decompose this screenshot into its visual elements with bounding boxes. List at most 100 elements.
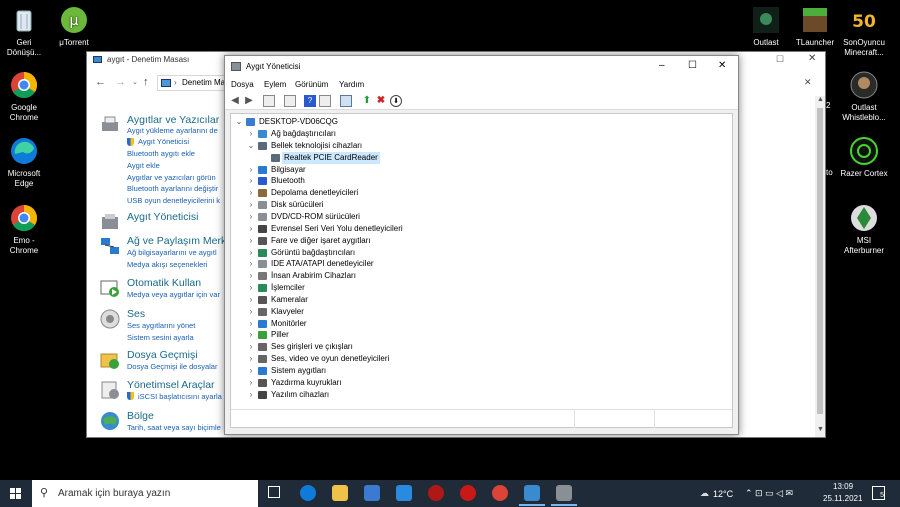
help-icon[interactable]: ? — [304, 95, 316, 107]
chevron-right-icon[interactable]: › — [247, 318, 255, 330]
category-title[interactable]: Otomatik Kullan — [127, 277, 201, 289]
category-link[interactable]: Tarih, saat veya sayı biçimle — [127, 423, 221, 432]
tree-category-item[interactable]: › Ses, video ve oyun denetleyicileri — [247, 353, 567, 365]
chevron-down-icon[interactable]: ⌄ — [247, 140, 255, 152]
back-arrow-icon[interactable]: ← — [95, 76, 106, 88]
close-icon[interactable]: ✕ — [718, 60, 726, 71]
tree-category-item[interactable]: › DVD/CD-ROM sürücüleri — [247, 211, 567, 223]
tree-category-item[interactable]: › Yazılım cihazları — [247, 389, 567, 401]
chevron-right-icon[interactable]: › — [247, 282, 255, 294]
forward-arrow-icon[interactable]: → — [115, 76, 126, 88]
device-tree[interactable]: ⌄ DESKTOP-VD06CQG › Ağ bağdaştırıcıları ⌄ B… — [230, 113, 733, 428]
store-icon[interactable] — [364, 485, 380, 501]
tray-icons[interactable]: ⌃ ⊡ ▭ ◁ ✉ — [745, 488, 793, 499]
category-link[interactable]: Aygıtlar ve yazıcıları görün — [127, 173, 216, 182]
chevron-down-icon[interactable]: ⌄ — [235, 116, 243, 128]
clock-date[interactable]: 25.11.2021 — [823, 494, 862, 503]
category-title[interactable]: Bölge — [127, 410, 154, 422]
tree-category-item[interactable]: › Bluetooth — [247, 175, 567, 187]
breadcrumb-item[interactable]: Denetim Ma — [182, 76, 225, 90]
desktop-icon-google-chrome[interactable]: Google Chrome — [0, 70, 59, 123]
weather-temperature[interactable]: 12°C — [713, 489, 733, 499]
category-link[interactable]: Aygıt Yöneticisi — [138, 137, 189, 146]
back-arrow-icon[interactable]: ◀ — [229, 95, 241, 107]
tree-root[interactable]: ⌄ DESKTOP-VD06CQG — [235, 116, 435, 128]
chevron-right-icon[interactable]: › — [247, 377, 255, 389]
category-title[interactable]: Dosya Geçmişi — [127, 349, 198, 361]
red-slash-app-icon[interactable] — [460, 485, 476, 501]
tree-category-item[interactable]: › Ses girişleri ve çıkışları — [247, 341, 567, 353]
minimize-icon[interactable]: – — [659, 60, 665, 71]
control-panel-scrollbar[interactable]: ▲ ▼ — [815, 96, 825, 437]
tree-category-item[interactable]: › Evrensel Seri Veri Yolu denetleyicileri — [247, 223, 567, 235]
desktop-icon-emo-chrome[interactable]: Emo - Chrome — [0, 203, 59, 256]
clock-time[interactable]: 13:09 — [833, 482, 853, 491]
category-link[interactable]: USB oyun denetleyicilerini k — [127, 196, 220, 205]
chevron-right-icon[interactable]: › — [247, 258, 255, 270]
chevron-right-icon[interactable]: › — [247, 175, 255, 187]
category-link[interactable]: Aygıt ekle — [127, 161, 160, 170]
tree-category-item[interactable]: › Bilgisayar — [247, 164, 567, 176]
desktop-icon-utorrent[interactable]: µ μTorrent — [39, 5, 109, 48]
category-link[interactable]: Medya veya aygıtlar için var — [127, 290, 220, 299]
tree-category-item[interactable]: › Klavyeler — [247, 306, 567, 318]
desktop-icon-outlast-whistleblower[interactable]: Outlast Whistleblo... — [829, 70, 899, 123]
tree-category-item[interactable]: › Ağ bağdaştırıcıları — [247, 128, 567, 140]
tree-category-item[interactable]: › Disk sürücüleri — [247, 199, 567, 211]
tree-category-item[interactable]: › Depolama denetleyicileri — [247, 187, 567, 199]
category-link[interactable]: Dosya Geçmişi ile dosyalar — [127, 362, 217, 371]
update-driver-icon[interactable] — [319, 95, 331, 107]
chevron-down-icon[interactable]: ⌄ — [132, 78, 138, 86]
close-icon[interactable]: ✕ — [808, 53, 816, 64]
chevron-right-icon[interactable]: › — [247, 389, 255, 401]
desktop-icon-razer-cortex[interactable]: Razer Cortex — [829, 136, 899, 179]
category-admin-tools[interactable]: Yönetimsel Araçlar iSCSI başlatıcısını a… — [97, 379, 227, 403]
chevron-right-icon[interactable]: › — [247, 211, 255, 223]
show-hide-console-tree-icon[interactable] — [263, 95, 275, 107]
scan-hardware-icon[interactable] — [340, 95, 352, 107]
chevron-right-icon[interactable]: › — [247, 199, 255, 211]
scroll-down-icon[interactable]: ▼ — [817, 426, 824, 433]
category-device-manager[interactable]: Aygıt Yöneticisi — [97, 211, 227, 231]
chevron-right-icon[interactable]: › — [247, 247, 255, 259]
tree-category-item[interactable]: › Sistem aygıtları — [247, 365, 567, 377]
notification-icon[interactable]: 5 — [872, 486, 885, 500]
tree-category-item[interactable]: › Monitörler — [247, 318, 567, 330]
menu-item-action[interactable]: Eylem — [264, 80, 286, 89]
chevron-right-icon[interactable]: › — [247, 294, 255, 306]
device-manager-taskbar-icon[interactable] — [556, 485, 572, 501]
category-link[interactable]: Sistem sesini ayarla — [127, 333, 194, 342]
category-title[interactable]: Aygıt Yöneticisi — [127, 211, 198, 223]
chevron-right-icon[interactable]: › — [247, 128, 255, 140]
category-autoplay[interactable]: Otomatik Kullan Medya veya aygıtlar için… — [97, 277, 227, 301]
add-driver-icon[interactable]: ⬆ — [361, 95, 373, 107]
chevron-right-icon[interactable]: › — [247, 341, 255, 353]
desktop-icon-msi-afterburner[interactable]: MSI Afterburner — [829, 203, 899, 256]
edge-taskbar-icon[interactable] — [300, 485, 316, 501]
category-link[interactable]: Medya akışı seçenekleri — [127, 260, 207, 269]
chevron-right-icon[interactable]: › — [247, 164, 255, 176]
menu-item-file[interactable]: Dosya — [231, 80, 254, 89]
uninstall-device-icon[interactable]: ✖ — [375, 95, 387, 107]
category-link[interactable]: Ağ bilgisayarlarını ve aygıtl — [127, 248, 217, 257]
tree-category-item[interactable]: › Piller — [247, 329, 567, 341]
menu-item-view[interactable]: Görünüm — [295, 80, 328, 89]
tree-category-item[interactable]: › Yazdırma kuyrukları — [247, 377, 567, 389]
weather-icon[interactable]: ☁ — [700, 488, 709, 499]
start-button[interactable] — [10, 488, 21, 499]
mail-icon[interactable] — [396, 485, 412, 501]
category-title[interactable]: Yönetimsel Araçlar — [127, 379, 215, 391]
control-panel-taskbar-icon[interactable] — [524, 485, 540, 501]
forward-arrow-icon[interactable]: ▶ — [243, 95, 255, 107]
scrollbar-thumb[interactable] — [817, 108, 823, 414]
tree-category-item[interactable]: › İnsan Arabirim Cihazları — [247, 270, 567, 282]
tree-category-item[interactable]: › İşlemciler — [247, 282, 567, 294]
maximize-icon[interactable]: ☐ — [776, 54, 784, 65]
category-network-sharing[interactable]: Ağ ve Paylaşım Merke Ağ bilgisayarlarını… — [97, 235, 232, 269]
desktop-icon-microsoft-edge[interactable]: Microsoft Edge — [0, 136, 59, 189]
task-view-icon[interactable] — [268, 486, 280, 498]
tree-category-item[interactable]: › IDE ATA/ATAPI denetleyiciler — [247, 258, 567, 270]
tree-category-item[interactable]: › Görüntü bağdaştırıcıları — [247, 247, 567, 259]
category-link[interactable]: Ses aygıtlarını yönet — [127, 321, 195, 330]
category-link[interactable]: Bluetooth aygıtı ekle — [127, 149, 195, 158]
